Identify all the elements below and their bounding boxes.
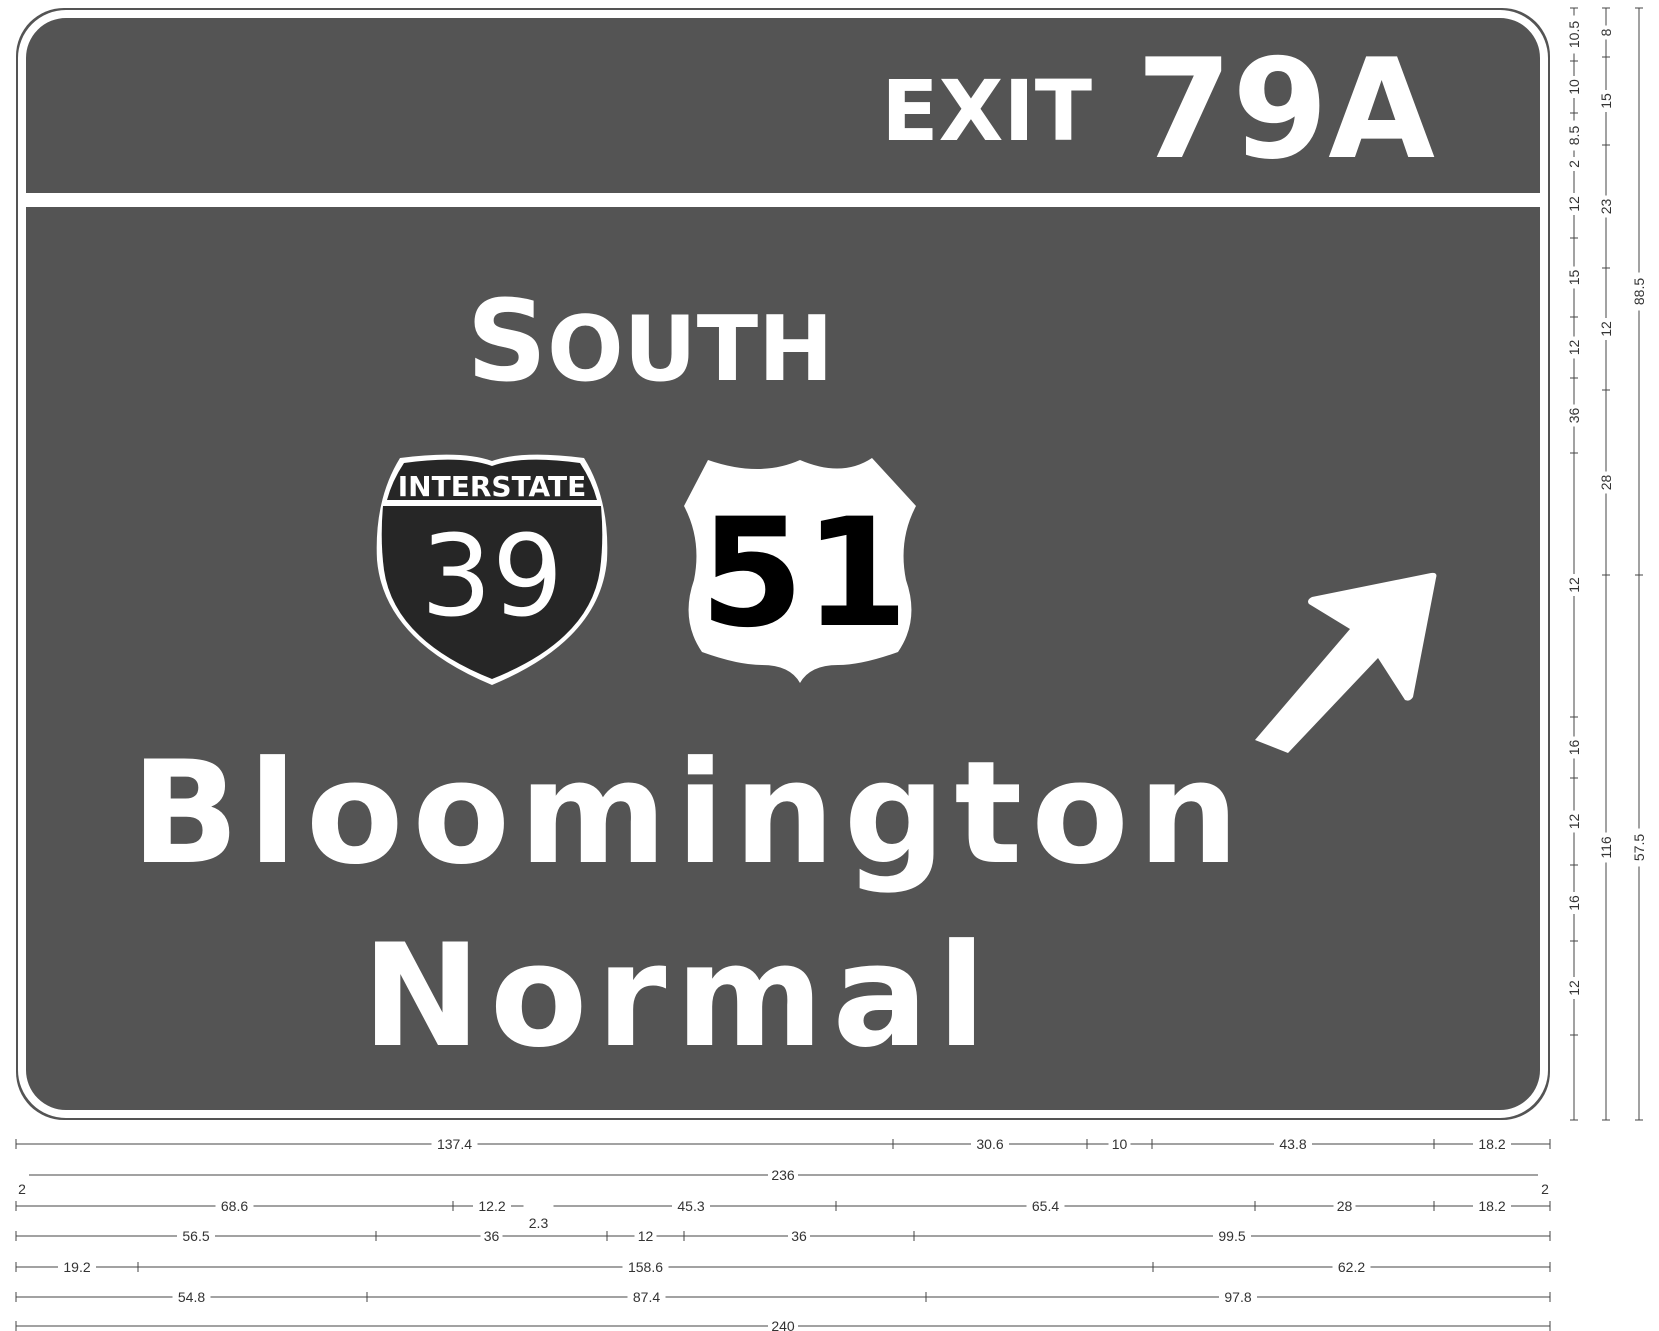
horizontal-dimensions: 137.4 30.6 10 43.8 18.2 2 236 2 68.6 12.2 2.3 45.3 6… — [15, 1136, 1552, 1331]
dimension-label: 62.2 — [1338, 1259, 1365, 1275]
dimension-label: 12 — [1598, 321, 1614, 337]
dimension-label: 99.5 — [1218, 1228, 1245, 1244]
dimension-label: 19.2 — [63, 1259, 90, 1275]
interstate-number: 39 — [421, 512, 564, 642]
vertical-dimensions: 10.5 10 8.5 2 12 15 12 36 12 16 12 16 12 8 15 23 12 28 116… — [1566, 7, 1647, 1121]
dimension-label: 16 — [1566, 895, 1582, 911]
dimension-label: 8.5 — [1566, 126, 1582, 146]
dimension-label: 15 — [1566, 270, 1582, 286]
dimension-label: 2 — [18, 1181, 26, 1197]
dimension-label: 2.3 — [529, 1215, 549, 1231]
dimension-label: 68.6 — [221, 1198, 248, 1214]
dimension-label: 12 — [1566, 980, 1582, 996]
dimension-label: 97.8 — [1224, 1289, 1251, 1305]
dimension-label: 88.5 — [1631, 278, 1647, 305]
dimension-label: 10 — [1566, 79, 1582, 95]
interstate-banner-text: INTERSTATE — [398, 470, 586, 503]
dimension-label: 12.2 — [478, 1198, 505, 1214]
dimension-label: 137.4 — [437, 1136, 472, 1152]
dimension-label: 56.5 — [182, 1228, 209, 1244]
dimension-label: 65.4 — [1032, 1198, 1059, 1214]
dimension-label: 12 — [1566, 196, 1582, 212]
dimension-label: 12 — [1566, 340, 1582, 356]
dimension-label: 15 — [1598, 93, 1614, 109]
dimension-label: 10 — [1112, 1136, 1128, 1152]
dimension-label: 12 — [1566, 577, 1582, 593]
dimension-label: 18.2 — [1478, 1198, 1505, 1214]
direction-label: SOUTH — [467, 277, 834, 407]
dimension-label: 36 — [1566, 408, 1582, 424]
dimension-label: 28 — [1337, 1198, 1353, 1214]
direction-first-letter: S — [467, 277, 548, 407]
direction-rest: OUTH — [547, 297, 833, 402]
dimension-label: 18.2 — [1478, 1136, 1505, 1152]
dimension-label: 36 — [484, 1228, 500, 1244]
dimension-label: 36 — [791, 1228, 807, 1244]
dimension-label: 2 — [1566, 160, 1582, 168]
dimension-label: 16 — [1566, 740, 1582, 756]
dimension-label: 45.3 — [677, 1198, 704, 1214]
dimension-label: 12 — [638, 1228, 654, 1244]
dimension-label: 2 — [1541, 1181, 1549, 1197]
dimension-label: 87.4 — [633, 1289, 660, 1305]
us-route-shield: 51 — [684, 458, 916, 683]
dimension-label: 57.5 — [1631, 834, 1647, 861]
exit-number: 79A — [1136, 29, 1435, 190]
dimension-label: 8 — [1598, 28, 1614, 36]
dimension-label: 10.5 — [1566, 21, 1582, 48]
dimension-label: 23 — [1598, 199, 1614, 215]
exit-label: EXIT — [881, 62, 1092, 160]
dimension-label: 30.6 — [976, 1136, 1003, 1152]
exit-panel-divider — [26, 193, 1540, 207]
destination-line-1: Bloomington — [131, 731, 1248, 896]
destination-line-2: Normal — [362, 914, 995, 1079]
dimension-label: 236 — [771, 1167, 795, 1183]
dimension-label: 116 — [1598, 836, 1614, 859]
dimension-label: 54.8 — [178, 1289, 205, 1305]
dimension-label: 158.6 — [628, 1259, 663, 1275]
dimension-label: 12 — [1566, 814, 1582, 830]
dimension-label: 28 — [1598, 475, 1614, 491]
dimension-label: 240 — [771, 1318, 795, 1331]
dimension-label: 43.8 — [1279, 1136, 1306, 1152]
us-route-number: 51 — [700, 487, 909, 661]
